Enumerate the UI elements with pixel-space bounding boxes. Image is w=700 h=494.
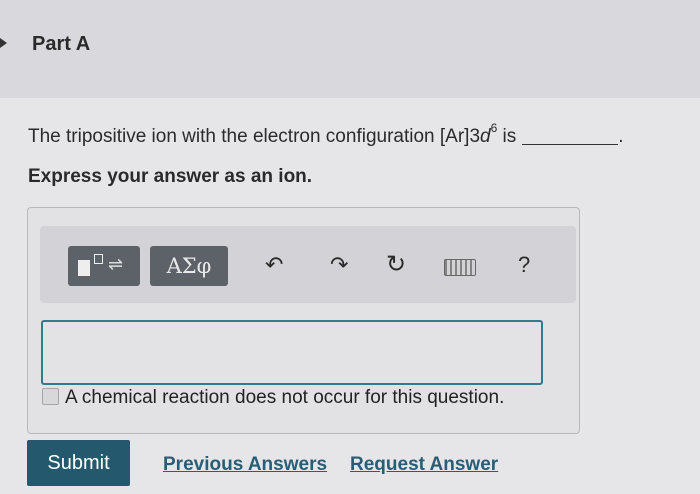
redo-icon[interactable]: ↷ bbox=[330, 250, 348, 280]
math-toolbar: ⇌ ΑΣφ ↶ ↷ ↻ ? bbox=[40, 226, 576, 303]
instruction-text: Express your answer as an ion. bbox=[28, 166, 313, 187]
submit-button[interactable]: Submit bbox=[27, 440, 130, 486]
request-answer-link[interactable]: Request Answer bbox=[350, 454, 498, 476]
question-text-after: is bbox=[497, 126, 517, 147]
part-title[interactable]: Part A bbox=[32, 33, 90, 56]
question-end: . bbox=[618, 126, 624, 147]
templates-button[interactable]: ⇌ bbox=[68, 246, 140, 286]
answer-input[interactable] bbox=[41, 320, 543, 385]
no-reaction-label: A chemical reaction does not occur for t… bbox=[65, 387, 505, 408]
reset-icon[interactable]: ↻ bbox=[386, 250, 406, 280]
undo-icon[interactable]: ↶ bbox=[265, 250, 283, 280]
orbital-letter: d bbox=[480, 126, 491, 147]
templates-icon-equals: ⇌ bbox=[108, 254, 124, 274]
no-reaction-checkbox[interactable] bbox=[42, 388, 59, 405]
templates-icon-box bbox=[94, 254, 103, 264]
previous-answers-link[interactable]: Previous Answers bbox=[163, 454, 327, 476]
question-text: The tripositive ion with the electron co… bbox=[28, 121, 624, 148]
greek-symbols-button[interactable]: ΑΣφ bbox=[150, 246, 228, 286]
collapse-arrow-icon[interactable] bbox=[0, 38, 7, 48]
no-reaction-option[interactable]: A chemical reaction does not occur for t… bbox=[42, 387, 504, 409]
answer-panel: ⇌ ΑΣφ ↶ ↷ ↻ ? A chemical reaction does n… bbox=[27, 207, 580, 434]
keyboard-icon[interactable] bbox=[444, 259, 476, 276]
part-header bbox=[0, 0, 700, 98]
help-button[interactable]: ? bbox=[518, 250, 530, 280]
question-text-before: The tripositive ion with the electron co… bbox=[28, 126, 481, 147]
templates-icon bbox=[78, 260, 90, 276]
answer-blank bbox=[522, 128, 619, 146]
